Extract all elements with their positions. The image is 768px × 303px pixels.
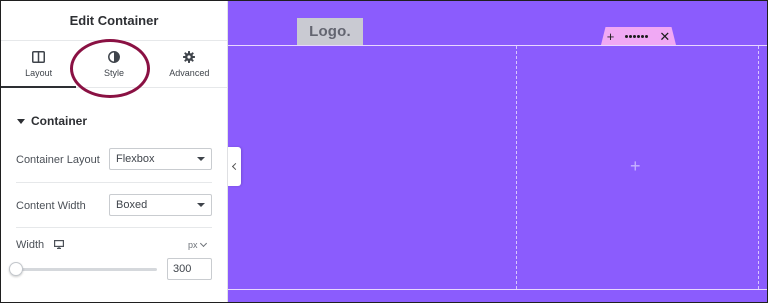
chevron-left-icon bbox=[231, 162, 240, 171]
logo-text: Logo. bbox=[309, 23, 351, 40]
tab-layout-label: Layout bbox=[25, 68, 53, 78]
desktop-icon[interactable] bbox=[54, 240, 64, 249]
plus-icon[interactable]: + bbox=[607, 30, 615, 43]
width-input[interactable]: 300 bbox=[167, 258, 212, 280]
panel-header: Edit Container bbox=[1, 1, 227, 41]
tab-layout[interactable]: Layout bbox=[1, 42, 77, 88]
container-top-border bbox=[228, 45, 767, 46]
container-layout-label: Container Layout bbox=[16, 154, 100, 166]
unit-selector[interactable]: px bbox=[188, 239, 207, 250]
container-layout-value: Flexbox bbox=[116, 153, 155, 165]
content-width-value: Boxed bbox=[116, 199, 148, 211]
container-handle: + ✕ bbox=[601, 27, 676, 45]
column-divider bbox=[516, 46, 517, 289]
divider bbox=[16, 227, 212, 228]
divider bbox=[16, 182, 212, 183]
editor-panel: Edit Container Layout Style Advanced Con… bbox=[1, 1, 228, 302]
gear-icon bbox=[183, 51, 196, 63]
container-section-toggle[interactable]: Container bbox=[17, 114, 87, 128]
panel-tabs: Layout Style Advanced bbox=[1, 42, 227, 88]
container-bottom-border bbox=[228, 289, 767, 290]
unit-label: px bbox=[188, 240, 198, 250]
width-slider[interactable] bbox=[16, 268, 157, 271]
content-width-label: Content Width bbox=[16, 200, 86, 212]
add-element-plus-icon[interactable]: + bbox=[630, 157, 641, 175]
chevron-down-icon bbox=[197, 157, 205, 161]
tab-advanced-label: Advanced bbox=[169, 68, 210, 78]
width-value: 300 bbox=[173, 263, 192, 275]
layout-icon bbox=[32, 51, 46, 63]
drag-dots-icon[interactable] bbox=[625, 35, 649, 38]
logo[interactable]: Logo. bbox=[297, 18, 363, 45]
tab-advanced[interactable]: Advanced bbox=[152, 42, 227, 87]
tab-style-label: Style bbox=[103, 68, 124, 78]
close-icon[interactable]: ✕ bbox=[659, 30, 670, 43]
half-circle-icon bbox=[108, 51, 120, 63]
slider-handle[interactable] bbox=[9, 262, 23, 276]
panel-title: Edit Container bbox=[69, 13, 159, 28]
app-frame: Edit Container Layout Style Advanced Con… bbox=[0, 0, 768, 303]
width-label: Width bbox=[16, 239, 45, 251]
section-title: Container bbox=[31, 114, 88, 128]
collapse-panel-button[interactable] bbox=[228, 147, 241, 186]
editor-canvas[interactable]: Logo. + ✕ + bbox=[228, 1, 767, 302]
tab-style[interactable]: Style bbox=[76, 42, 151, 87]
content-width-select[interactable]: Boxed bbox=[109, 194, 212, 216]
chevron-down-icon bbox=[197, 203, 205, 207]
container-layout-select[interactable]: Flexbox bbox=[109, 148, 212, 170]
caret-down-icon bbox=[17, 118, 25, 124]
chevron-down-icon bbox=[199, 239, 207, 248]
column-divider bbox=[758, 46, 759, 289]
